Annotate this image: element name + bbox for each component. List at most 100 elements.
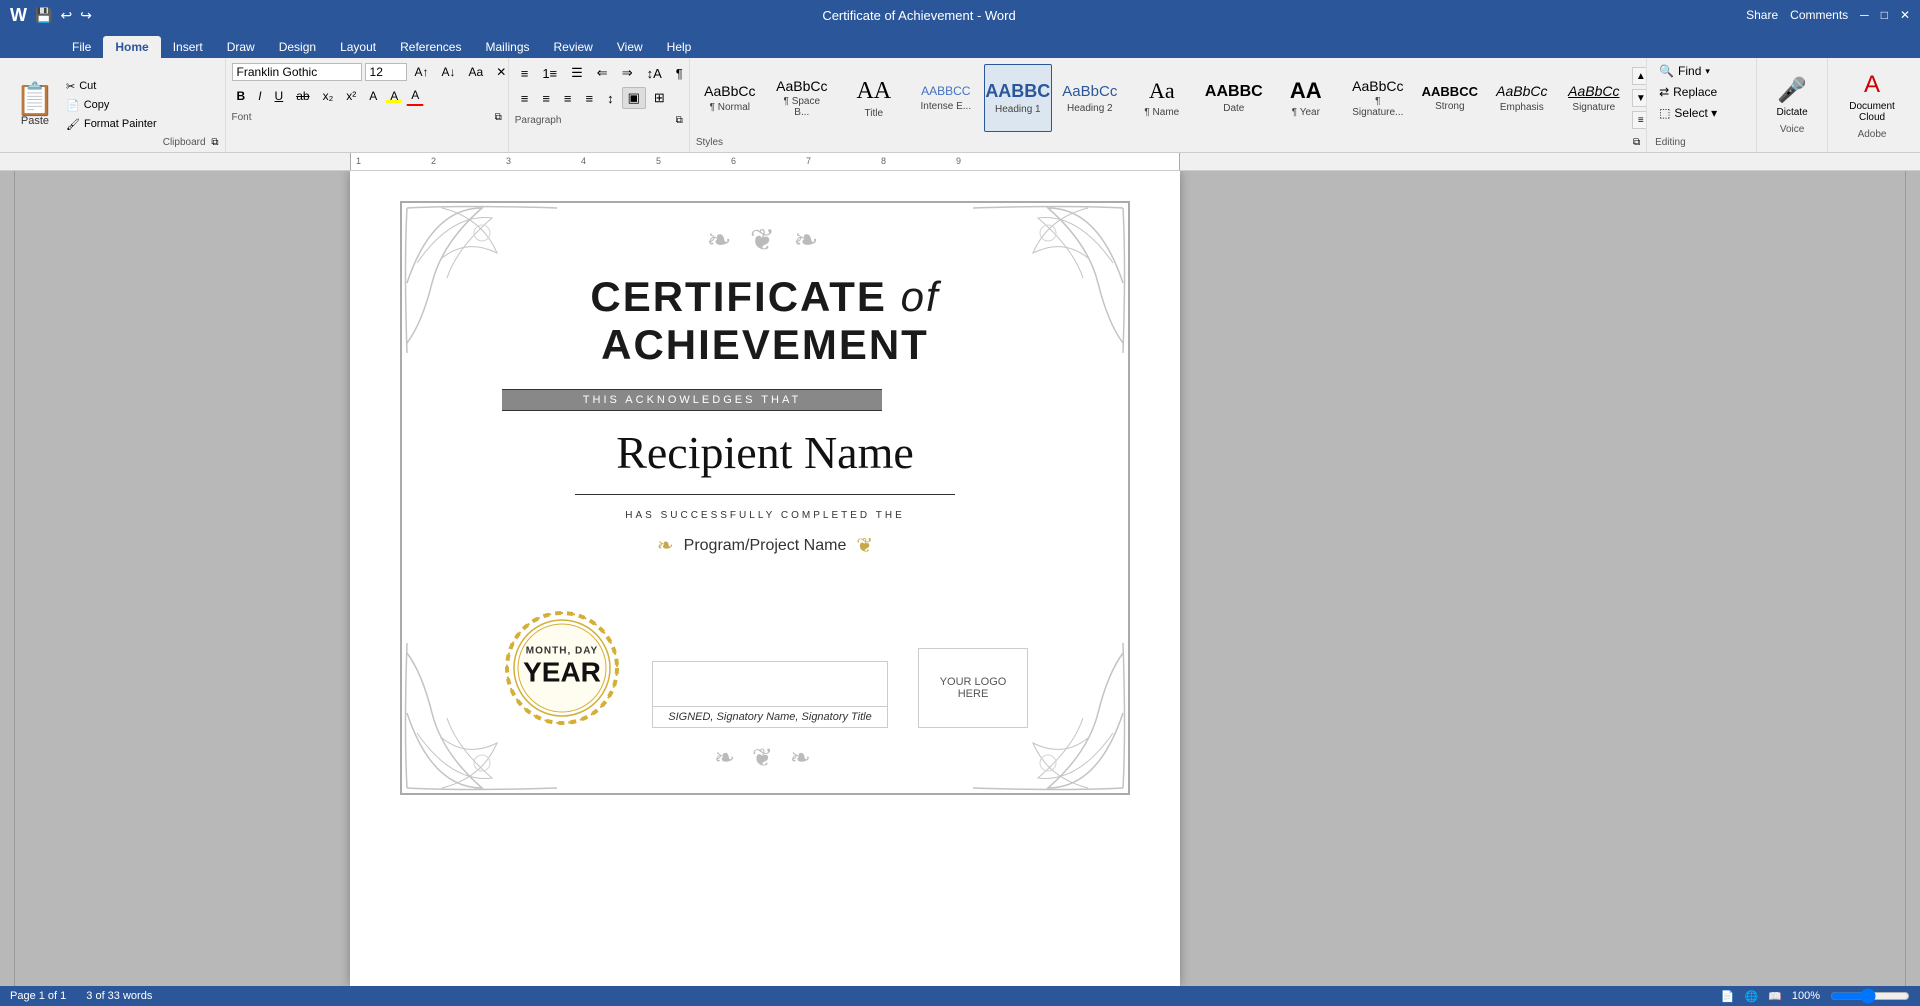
copy-icon: 📄: [66, 99, 80, 112]
view-read-button[interactable]: 📖: [1768, 990, 1782, 1003]
style-signature[interactable]: AaBbCc ¶ Signature...: [1344, 64, 1412, 132]
tab-help[interactable]: Help: [655, 36, 704, 58]
justify-button[interactable]: ≡: [580, 88, 600, 109]
tab-draw[interactable]: Draw: [215, 36, 267, 58]
style-strong[interactable]: AABBCC Strong: [1416, 64, 1484, 132]
increase-indent-button[interactable]: ⇒: [616, 62, 639, 84]
clipboard-group: 📋 Paste ✂ Cut 📄 Copy 🖌 Format Painter Cl…: [4, 58, 226, 152]
ribbon: 📋 Paste ✂ Cut 📄 Copy 🖌 Format Painter Cl…: [0, 58, 1920, 153]
font-size-input[interactable]: [365, 63, 407, 81]
style-intense-emphasis[interactable]: AABBCC Intense E...: [912, 64, 980, 132]
styles-scroll-down[interactable]: ▼: [1632, 89, 1647, 107]
dictate-button[interactable]: 🎤 Dictate: [1777, 76, 1808, 118]
title-part2: ACHIEVEMENT: [601, 321, 929, 368]
increase-font-button[interactable]: A↑: [410, 62, 434, 82]
underline-button[interactable]: U: [270, 86, 289, 106]
tab-insert[interactable]: Insert: [161, 36, 215, 58]
show-formatting-button[interactable]: ¶: [670, 63, 689, 84]
numbering-button[interactable]: 1≡: [536, 63, 563, 84]
comments-button[interactable]: Comments: [1790, 8, 1848, 22]
cert-program[interactable]: Program/Project Name: [684, 537, 847, 555]
bullets-button[interactable]: ≡: [515, 63, 535, 84]
certificate-title: CERTIFICATE of ACHIEVEMENT: [502, 273, 1028, 369]
select-button[interactable]: ⬚ Select ▾: [1655, 104, 1748, 122]
style-heading2[interactable]: AaBbCc Heading 2: [1056, 64, 1124, 132]
italic-button[interactable]: I: [253, 86, 266, 106]
tab-home[interactable]: Home: [103, 36, 160, 58]
font-group: A↑ A↓ Aa ✕ B I U ab x₂ x² A A A Font ⧉: [226, 58, 509, 152]
format-painter-icon: 🖌: [66, 118, 80, 131]
style-signature2[interactable]: AaBbCc Signature: [1560, 64, 1628, 132]
line-spacing-button[interactable]: ↕: [601, 88, 620, 109]
font-name-input[interactable]: [232, 63, 362, 81]
replace-button[interactable]: ⇄ Replace: [1655, 83, 1748, 101]
maximize-button[interactable]: □: [1881, 8, 1888, 22]
format-painter-button[interactable]: 🖌 Format Painter: [62, 116, 161, 133]
qat-undo[interactable]: ↩: [60, 7, 72, 24]
seal-year: YEAR: [523, 657, 601, 689]
align-right-button[interactable]: ≡: [558, 88, 578, 109]
clipboard-launcher[interactable]: ⧉: [211, 137, 218, 148]
find-button[interactable]: 🔍 Find ▾: [1655, 62, 1748, 80]
bold-button[interactable]: B: [232, 86, 251, 106]
style-heading1[interactable]: AABBC Heading 1: [984, 64, 1052, 132]
scrollbar[interactable]: [1905, 171, 1920, 986]
document-area[interactable]: ❧ ❦ ❧ CERTIFICATE of ACHIEVEMENT THIS AC…: [350, 171, 1180, 986]
view-web-button[interactable]: 🌐: [1744, 990, 1758, 1003]
paragraph-launcher[interactable]: ⧉: [676, 115, 683, 126]
word-count: 3 of 33 words: [86, 990, 152, 1002]
flourish-right: ❦: [856, 533, 873, 558]
style-year[interactable]: AA ¶ Year: [1272, 64, 1340, 132]
cert-recipient[interactable]: Recipient Name: [502, 426, 1028, 479]
highlight-button[interactable]: A: [385, 86, 403, 106]
zoom-slider[interactable]: [1830, 988, 1910, 1004]
qat-save[interactable]: 💾: [35, 7, 52, 24]
style-title[interactable]: AA Title: [840, 64, 908, 132]
style-sig2-preview: AaBbCc: [1568, 83, 1619, 100]
view-print-button[interactable]: 📄: [1721, 990, 1735, 1003]
tab-file[interactable]: File: [60, 36, 103, 58]
change-case-button[interactable]: Aa: [464, 62, 489, 82]
minimize-button[interactable]: ─: [1860, 8, 1869, 22]
tab-review[interactable]: Review: [542, 36, 605, 58]
shading-button[interactable]: ▣: [622, 87, 646, 109]
clipboard-small-buttons: ✂ Cut 📄 Copy 🖌 Format Painter: [62, 62, 161, 148]
strikethrough-button[interactable]: ab: [291, 86, 314, 106]
close-button[interactable]: ✕: [1900, 8, 1910, 22]
style-year-label: ¶ Year: [1292, 107, 1320, 118]
decrease-font-button[interactable]: A↓: [437, 62, 461, 82]
style-name[interactable]: Aa ¶ Name: [1128, 64, 1196, 132]
styles-more[interactable]: ≡: [1632, 111, 1647, 129]
cut-button[interactable]: ✂ Cut: [62, 78, 161, 95]
qat-redo[interactable]: ↪: [80, 7, 92, 24]
tab-mailings[interactable]: Mailings: [473, 36, 541, 58]
tab-design[interactable]: Design: [267, 36, 328, 58]
font-launcher[interactable]: ⧉: [495, 112, 502, 123]
align-left-button[interactable]: ≡: [515, 88, 535, 109]
styles-launcher[interactable]: ⧉: [1633, 137, 1640, 148]
adobe-button[interactable]: A Document Cloud: [1836, 71, 1908, 123]
subscript-button[interactable]: x₂: [318, 86, 339, 106]
copy-button[interactable]: 📄 Copy: [62, 97, 161, 114]
style-date[interactable]: AABBC Date: [1200, 64, 1268, 132]
corner-tl-decoration: [402, 203, 562, 353]
tab-layout[interactable]: Layout: [328, 36, 388, 58]
align-center-button[interactable]: ≡: [536, 88, 556, 109]
style-space-before[interactable]: AaBbCc ¶ Space B...: [768, 64, 836, 132]
tab-view[interactable]: View: [605, 36, 655, 58]
tab-references[interactable]: References: [388, 36, 473, 58]
font-color-button[interactable]: A: [406, 85, 424, 106]
paste-button[interactable]: 📋 Paste: [10, 62, 60, 148]
share-button[interactable]: Share: [1746, 8, 1778, 22]
superscript-button[interactable]: x²: [341, 86, 361, 106]
multilevel-button[interactable]: ☰: [565, 62, 589, 84]
style-emphasis[interactable]: AaBbCc Emphasis: [1488, 64, 1556, 132]
sort-button[interactable]: ↕A: [641, 63, 668, 84]
style-title-preview: AA: [856, 77, 891, 106]
text-effects-button[interactable]: A: [364, 86, 382, 106]
borders-button[interactable]: ⊞: [648, 87, 671, 109]
seal-month: MONTH, DAY: [523, 646, 601, 657]
styles-scroll-up[interactable]: ▲: [1632, 67, 1647, 85]
decrease-indent-button[interactable]: ⇐: [591, 62, 614, 84]
style-normal[interactable]: AaBbCc ¶ Normal: [696, 64, 764, 132]
